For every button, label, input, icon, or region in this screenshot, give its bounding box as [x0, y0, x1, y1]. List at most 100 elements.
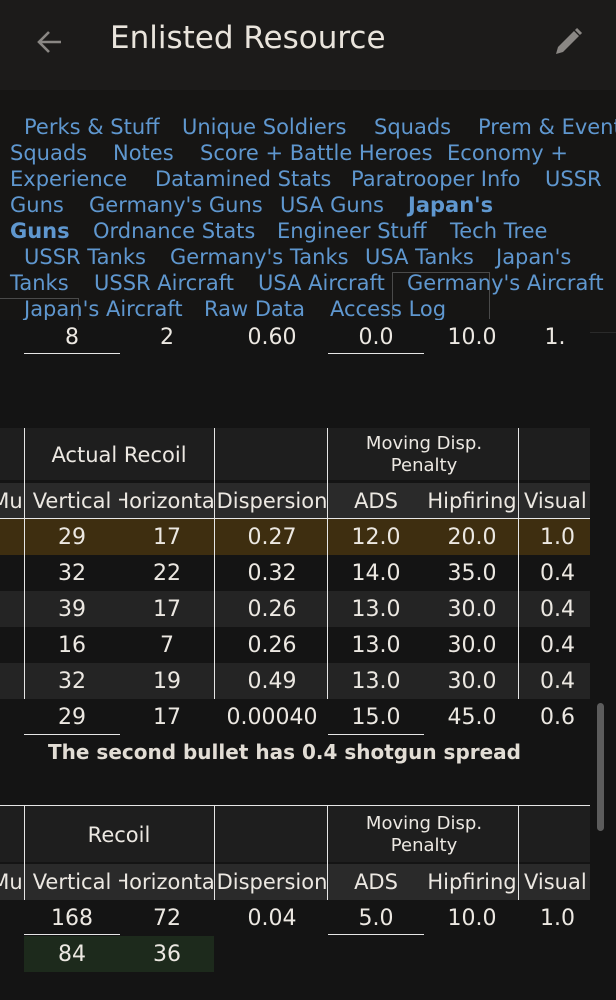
table-cell: 1.	[544, 324, 566, 350]
nav-link[interactable]: Datamined Stats	[155, 166, 331, 192]
table-cell: 0.4	[540, 596, 575, 622]
nav-link[interactable]: Germany's Guns	[89, 192, 263, 218]
column-header: Dispersion	[216, 870, 328, 894]
table-cell: 0.4	[540, 668, 575, 694]
table-cell: 0.49	[247, 668, 297, 694]
table-cell: 13.0	[351, 632, 401, 658]
table-cell: 72	[153, 905, 181, 931]
table-cell: 29	[58, 704, 86, 730]
table-divider	[214, 519, 215, 699]
column-header: ADS	[354, 870, 398, 894]
table-divider	[24, 934, 120, 935]
table-divider	[518, 428, 519, 518]
nav-link[interactable]: Squads	[10, 140, 87, 166]
nav-link[interactable]: Tanks	[10, 270, 69, 296]
nav-link[interactable]: USA Aircraft	[258, 270, 385, 296]
table-cell: 0.26	[247, 632, 297, 658]
table-cell: 0.32	[247, 560, 297, 586]
nav-link[interactable]: Engineer Stuff	[277, 218, 427, 244]
table-cell: 8	[65, 324, 79, 350]
table-cell: 7	[160, 632, 174, 658]
table-cell: 29	[58, 524, 86, 550]
column-header: Visual	[524, 870, 587, 894]
column-header: Vertical	[32, 870, 112, 894]
nav-link[interactable]: Access Log	[330, 296, 446, 322]
nav-link[interactable]: Score + Battle Heroes	[200, 140, 433, 166]
table-cell: 0.0	[358, 324, 394, 350]
table-cell: 0.27	[247, 524, 297, 550]
nav-link[interactable]: Notes	[113, 140, 174, 166]
table-cell: 0.04	[247, 905, 297, 931]
table-cell: 0.00040	[226, 704, 318, 730]
table-cell: 17	[153, 524, 181, 550]
column-group-header: Moving Disp. Penalty	[365, 813, 483, 856]
table-cell: 13.0	[351, 596, 401, 622]
nav-link[interactable]: USA Guns	[280, 192, 384, 218]
column-header: Mu	[0, 870, 22, 894]
table-cell: 1.0	[540, 905, 575, 931]
nav-link[interactable]: Economy +	[447, 140, 568, 166]
nav-link[interactable]: Guns	[10, 218, 70, 244]
table-cell: 0.26	[247, 596, 297, 622]
table-cell: 17	[153, 596, 181, 622]
column-header: Dispersion	[216, 489, 328, 513]
edit-button[interactable]	[548, 22, 588, 62]
column-header: Visual	[524, 489, 587, 513]
table-divider	[328, 353, 424, 354]
table-cell: 32	[58, 668, 86, 694]
table-cell: 14.0	[351, 560, 401, 586]
table-cell: 168	[51, 905, 93, 931]
nav-link[interactable]: Ordnance Stats	[93, 218, 255, 244]
column-header: Hipfiring	[427, 489, 517, 513]
table-divider	[24, 519, 25, 699]
nav-link[interactable]: Squads	[374, 114, 451, 140]
table-divider	[24, 806, 25, 900]
nav-link[interactable]: Experience	[10, 166, 127, 192]
table-divider	[327, 519, 328, 699]
table-cell: 10.0	[447, 324, 497, 350]
table-note: The second bullet has 0.4 shotgun spread	[48, 740, 521, 764]
column-header: Hipfiring	[427, 870, 517, 894]
nav-link[interactable]: Unique Soldiers	[182, 114, 346, 140]
nav-link[interactable]: Perks & Stuff	[24, 114, 160, 140]
table-cell: 84	[58, 941, 86, 967]
table-cell: 0.4	[540, 632, 575, 658]
table-cell: 5.0	[358, 905, 394, 931]
nav-link[interactable]: USSR Aircraft	[94, 270, 234, 296]
table-cell: 30.0	[447, 632, 497, 658]
column-group-header: Recoil	[87, 823, 151, 847]
nav-link[interactable]: Germany's Tanks	[170, 244, 349, 270]
nav-link[interactable]: Raw Data	[204, 296, 305, 322]
nav-link[interactable]: Japan's Aircraft	[24, 296, 183, 322]
nav-link[interactable]: Guns	[10, 192, 64, 218]
nav-link[interactable]: USA Tanks	[365, 244, 474, 270]
back-button[interactable]	[30, 22, 70, 62]
table-cell: 19	[153, 668, 181, 694]
pencil-icon	[556, 27, 583, 54]
table-divider	[327, 806, 328, 900]
column-group-header: Moving Disp. Penalty	[365, 433, 483, 476]
nav-link[interactable]: Prem & Event	[478, 114, 616, 140]
table-cell: 13.0	[351, 668, 401, 694]
nav-link[interactable]: Paratrooper Info	[351, 166, 521, 192]
table-cell: 17	[153, 704, 181, 730]
table-cell: 30.0	[447, 668, 497, 694]
nav-link[interactable]: Japan's	[408, 192, 493, 218]
scrollbar[interactable]	[597, 703, 604, 831]
table-cell: 22	[153, 560, 181, 586]
nav-link[interactable]: Japan's	[496, 244, 571, 270]
nav-link[interactable]: USSR Tanks	[24, 244, 146, 270]
column-header: Vertical	[32, 489, 112, 513]
table-divider	[518, 806, 519, 900]
table-cell: 10.0	[447, 905, 497, 931]
nav-link[interactable]: USSR	[545, 166, 602, 192]
page-title: Enlisted Resource	[110, 20, 386, 56]
nav-link[interactable]: Tech Tree	[450, 218, 547, 244]
table-cell: 45.0	[447, 704, 497, 730]
table-cell: 30.0	[447, 596, 497, 622]
nav-link[interactable]: Germany's Aircraft	[407, 270, 604, 296]
table-divider	[214, 806, 215, 900]
table-cell: 0.4	[540, 560, 575, 586]
table-cell: 0.6	[540, 704, 575, 730]
table-cell: 35.0	[447, 560, 497, 586]
